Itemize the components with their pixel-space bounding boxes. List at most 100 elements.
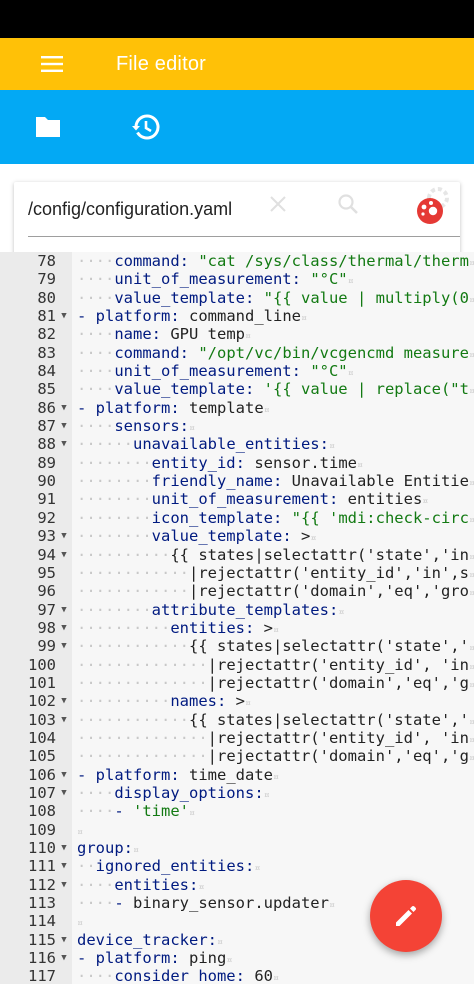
fold-arrow-icon[interactable]: ▼ [59, 784, 69, 802]
line-end-marker: ¤ [422, 496, 429, 508]
fold-arrow-icon[interactable]: ▼ [59, 949, 69, 967]
fold-arrow-icon[interactable]: ▼ [59, 546, 69, 564]
yaml-key: entity_id [151, 453, 236, 472]
path-underline [28, 236, 460, 237]
yaml-separator: : [328, 490, 348, 509]
settings-button[interactable] [410, 184, 454, 228]
fold-arrow-icon[interactable]: ▼ [59, 876, 69, 894]
fold-arrow-icon[interactable]: ▼ [59, 931, 69, 949]
indent-guide: ···· [77, 894, 115, 913]
line-number: 109 [28, 820, 56, 839]
code-line: 98 ▼ ··········entities: >¤ [0, 619, 474, 637]
line-number: 107 [28, 783, 56, 802]
yaml-separator: : [291, 270, 311, 289]
indent-guide: ···· [77, 967, 115, 984]
fold-arrow-icon[interactable]: ▼ [59, 417, 69, 435]
indent-guide: ···· [77, 380, 115, 399]
indent-guide: ············ [77, 637, 189, 656]
indent-guide: ········ [77, 600, 152, 619]
browse-files-button[interactable] [24, 103, 72, 151]
close-icon [270, 196, 286, 212]
list-dash: - [114, 802, 133, 821]
yaml-value: "{{ 'mdi:check-circ [291, 508, 469, 527]
line-number: 82 [37, 325, 56, 344]
yaml-key: device_tracker [77, 930, 208, 949]
fold-arrow-icon[interactable]: ▼ [59, 766, 69, 784]
line-end-marker: ¤ [468, 551, 474, 563]
app-bar: File editor [0, 38, 474, 90]
yaml-separator: : [244, 618, 264, 637]
line-end-marker: ¤ [254, 863, 261, 875]
fold-arrow-icon[interactable]: ▼ [59, 399, 69, 417]
fold-arrow-icon[interactable]: ▼ [59, 527, 69, 545]
line-end-marker: ¤ [263, 404, 270, 416]
fold-arrow-icon[interactable]: ▼ [59, 619, 69, 637]
line-number: 116 [28, 949, 56, 968]
fold-arrow-icon[interactable]: ▼ [59, 839, 69, 857]
line-end-marker: ¤ [468, 478, 474, 490]
line-number: 83 [37, 343, 56, 362]
code-line: 96 ············|rejectattr('domain','eq',… [0, 582, 474, 600]
line-number: 108 [28, 802, 56, 821]
yaml-key: consider_home [114, 967, 236, 984]
yaml-separator: : [179, 417, 189, 436]
line-number: 101 [28, 673, 56, 692]
code-line: 107 ▼ ····display_options:¤ [0, 784, 474, 802]
line-end-marker: ¤ [244, 331, 252, 343]
line-end-marker: ¤ [273, 624, 280, 636]
code-line: 91 ········unit_of_measurement: entities¤ [0, 490, 474, 508]
line-end-marker: ¤ [356, 459, 364, 471]
line-end-marker: ¤ [328, 441, 336, 453]
line-number: 94 [37, 545, 56, 564]
yaml-value: {{ states|selectattr('state','in [170, 545, 469, 564]
fold-arrow-icon[interactable]: ▼ [59, 711, 69, 729]
indent-guide: ·············· [77, 728, 208, 747]
line-number: 98 [37, 618, 56, 637]
line-number: 95 [37, 563, 56, 582]
line-end-marker: ¤ [468, 386, 474, 398]
yaml-key: value_template [114, 288, 245, 307]
fold-arrow-icon[interactable]: ▼ [59, 857, 69, 875]
yaml-separator: : [207, 930, 217, 949]
line-number: 106 [28, 765, 56, 784]
yaml-value: |rejectattr('domain','eq','g [207, 747, 469, 766]
line-end-marker: ¤ [310, 533, 317, 545]
yaml-value: template [189, 398, 264, 417]
line-number: 117 [28, 967, 56, 984]
yaml-key: entities [114, 875, 189, 894]
code-text: ····consider_home: 60¤ [77, 967, 279, 984]
line-end-marker: ¤ [328, 900, 335, 912]
indent-guide: ············ [77, 582, 189, 601]
line-end-marker: ¤ [468, 569, 474, 581]
fold-arrow-icon[interactable]: ▼ [59, 601, 69, 619]
yaml-value: "/opt/vc/bin/vcgencmd measure [198, 343, 469, 362]
line-end-marker: ¤ [468, 349, 474, 361]
search-button[interactable] [334, 190, 362, 218]
fold-arrow-icon[interactable]: ▼ [59, 307, 69, 325]
line-number: 104 [28, 728, 56, 747]
menu-icon [41, 56, 63, 72]
line-number: 91 [37, 490, 56, 509]
yaml-value: command_line [189, 307, 301, 326]
clear-path-button[interactable] [264, 190, 292, 218]
code-line: 97 ▼ ········attribute_templates:¤ [0, 601, 474, 619]
yaml-separator: : [170, 398, 189, 417]
yaml-value: > [235, 692, 246, 711]
fold-arrow-icon[interactable]: ▼ [59, 637, 69, 655]
line-number: 90 [37, 472, 56, 491]
yaml-separator: : [151, 325, 171, 344]
code-line: 110 ▼ group:¤ [0, 839, 474, 857]
code-editor[interactable]: 78 ····command: "cat /sys/class/thermal/t… [0, 252, 474, 984]
file-path-field[interactable]: /config/configuration.yaml [28, 199, 232, 220]
line-number: 111 [28, 857, 56, 876]
edit-fab[interactable] [370, 880, 442, 952]
line-number: 79 [37, 270, 56, 289]
yaml-key: value_template [114, 380, 245, 399]
yaml-value: > [300, 527, 311, 546]
history-button[interactable] [122, 103, 170, 151]
line-end-marker: ¤ [468, 753, 474, 765]
fold-arrow-icon[interactable]: ▼ [59, 692, 69, 710]
fold-arrow-icon[interactable]: ▼ [59, 435, 69, 453]
menu-button[interactable] [32, 44, 72, 84]
yaml-separator: : [272, 508, 292, 527]
